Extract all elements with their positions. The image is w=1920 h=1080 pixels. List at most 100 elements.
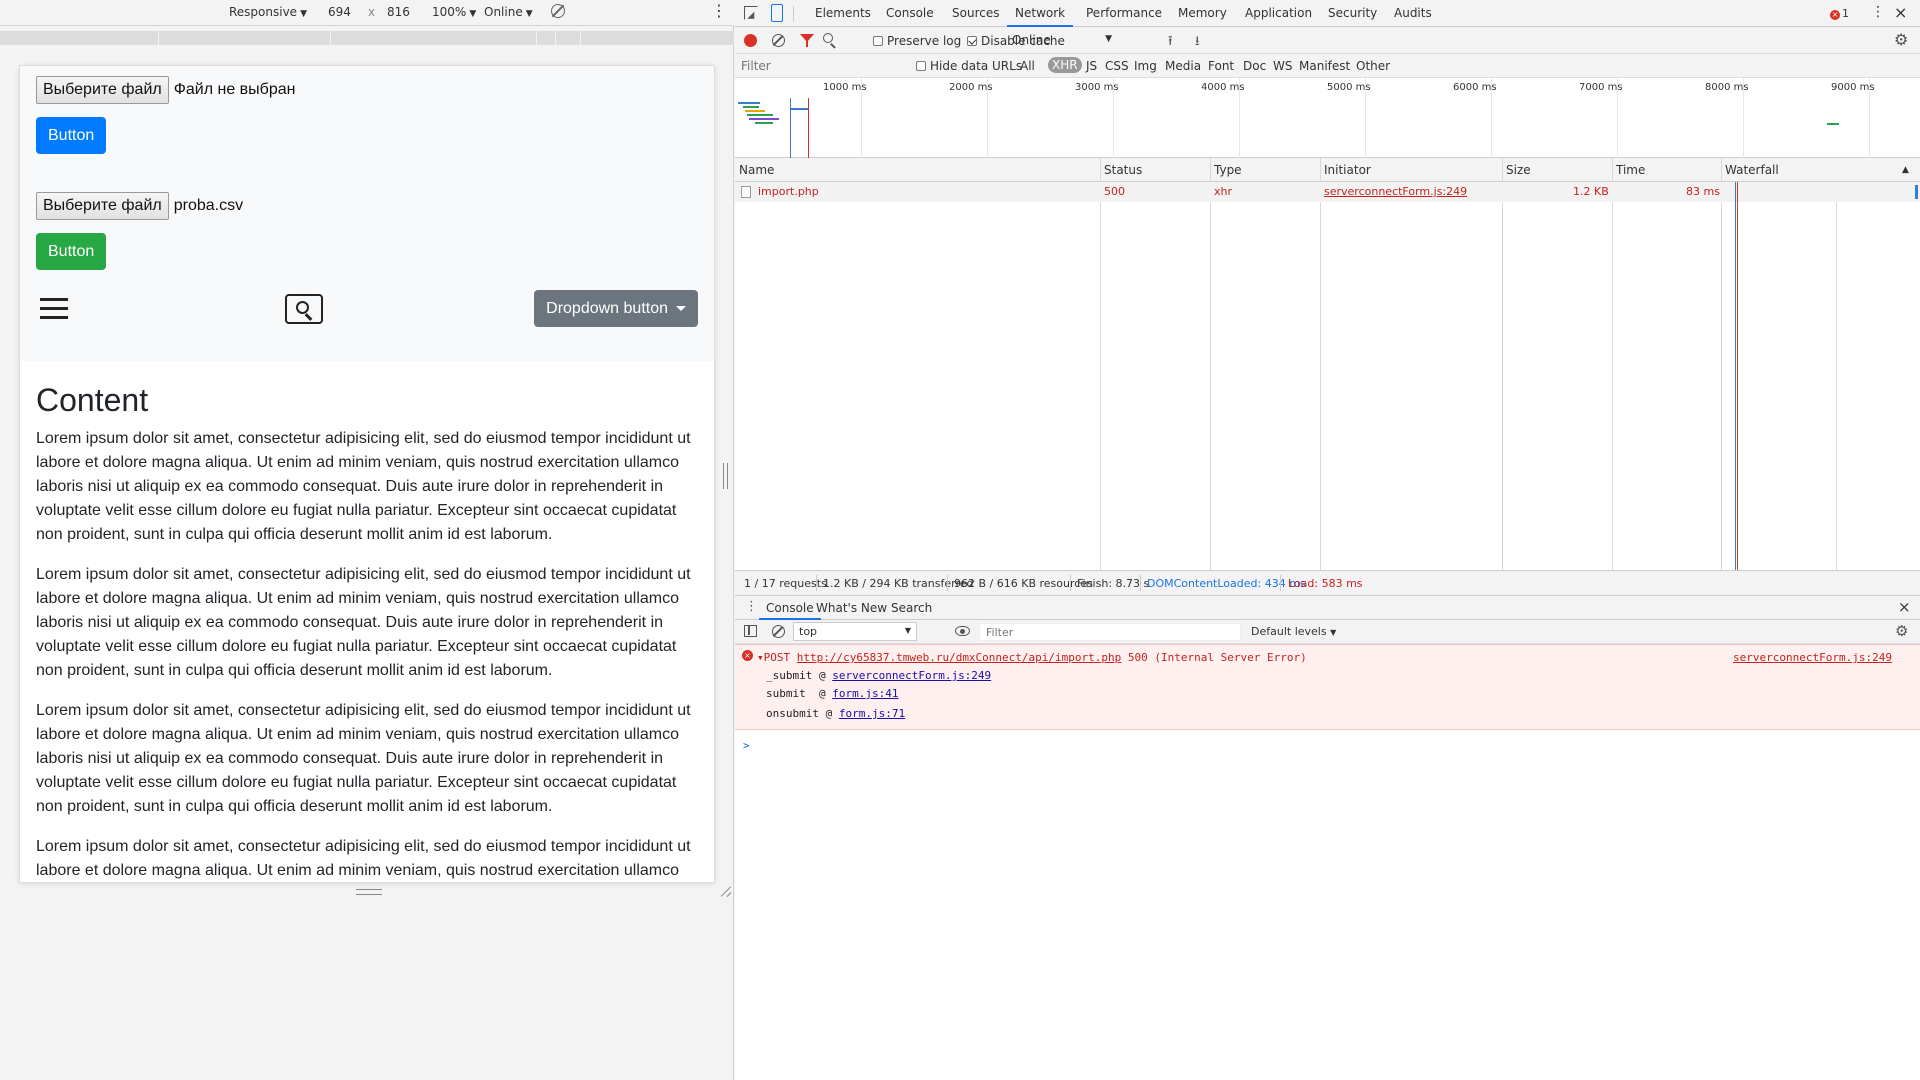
viewport-height-input[interactable]: 816 <box>387 5 410 19</box>
search-button[interactable] <box>285 294 323 324</box>
viewport-width-input[interactable]: 694 <box>328 5 351 19</box>
filter-icon[interactable] <box>800 34 814 47</box>
resize-handle-bottom[interactable] <box>356 889 382 895</box>
console-error-message[interactable]: × ▾POST http://cy65837.tmweb.ru/dmxConne… <box>735 644 1920 730</box>
resize-handle-right[interactable] <box>723 463 728 489</box>
filter-font[interactable]: Font <box>1208 59 1234 73</box>
file-input-1[interactable]: Выберите файл Файл не выбран <box>36 76 698 104</box>
zoom-select[interactable]: 100% ▼ <box>432 5 476 19</box>
customize-menu-icon[interactable]: ⋮ <box>1871 4 1885 20</box>
media-query-ruler[interactable] <box>0 31 734 45</box>
drawer-tab-console[interactable]: Console <box>759 596 821 620</box>
column-name[interactable]: Name <box>739 163 774 177</box>
throttle-select[interactable]: Online ▼ <box>1012 33 1112 47</box>
initiator-link[interactable]: serverconnectForm.js:249 <box>1324 185 1467 198</box>
hamburger-menu-icon[interactable] <box>40 298 68 320</box>
column-initiator[interactable]: Initiator <box>1324 163 1371 177</box>
inspect-element-icon[interactable] <box>744 6 758 20</box>
column-size[interactable]: Size <box>1506 163 1531 177</box>
column-status[interactable]: Status <box>1104 163 1142 177</box>
choose-file-button-1[interactable]: Выберите файл <box>36 76 169 104</box>
filter-media[interactable]: Media <box>1165 59 1201 73</box>
tab-sources[interactable]: Sources <box>952 0 999 27</box>
overview-tick: 9000 ms <box>1831 82 1875 93</box>
preserve-log-checkbox[interactable]: Preserve log <box>873 34 961 48</box>
choose-file-button-2[interactable]: Выберите файл <box>36 192 169 220</box>
console-settings-icon[interactable]: ⚙ <box>1895 622 1908 640</box>
clear-icon[interactable] <box>772 34 785 47</box>
file-input-2[interactable]: Выберите файл proba.csv <box>36 192 698 220</box>
record-icon[interactable] <box>744 34 757 47</box>
filter-all[interactable]: All <box>1020 59 1035 73</box>
request-size: 1.2 KB <box>1573 185 1609 198</box>
filter-css[interactable]: CSS <box>1105 59 1129 73</box>
more-options-icon[interactable]: ⋮ <box>711 3 727 19</box>
tab-console[interactable]: Console <box>886 0 934 27</box>
tab-audits[interactable]: Audits <box>1394 0 1432 27</box>
close-drawer-icon[interactable]: × <box>1898 598 1911 616</box>
overview-tick: 5000 ms <box>1327 82 1371 93</box>
tab-memory[interactable]: Memory <box>1178 0 1227 27</box>
filter-doc[interactable]: Doc <box>1243 59 1266 73</box>
stack-link[interactable]: form.js:41 <box>832 687 898 700</box>
clear-console-icon[interactable] <box>772 625 785 638</box>
tab-performance[interactable]: Performance <box>1086 0 1162 27</box>
file-name-2: proba.csv <box>173 197 244 214</box>
network-filter-input[interactable] <box>741 57 917 75</box>
drawer-menu-icon[interactable]: ⋮ <box>745 599 758 614</box>
import-har-icon[interactable]: ⭱ <box>1168 32 1173 54</box>
live-expression-eye-icon[interactable] <box>955 626 970 636</box>
filter-other[interactable]: Other <box>1356 59 1390 73</box>
stack-link[interactable]: serverconnectForm.js:249 <box>832 669 991 682</box>
column-type[interactable]: Type <box>1214 163 1242 177</box>
context-select[interactable]: top ▼ <box>793 622 917 641</box>
close-devtools-icon[interactable]: × <box>1894 3 1907 22</box>
hide-data-urls-checkbox[interactable]: Hide data URLs <box>916 59 1022 73</box>
drawer-tab-whats-new[interactable]: What's New <box>816 596 887 620</box>
dropdown-button[interactable]: Dropdown button <box>534 290 698 327</box>
console-prompt[interactable]: > <box>743 739 750 752</box>
network-overview[interactable]: 1000 ms 2000 ms 3000 ms 4000 ms 5000 ms … <box>735 78 1920 158</box>
requests-table-header: Name Status Type Initiator Size Time Wat… <box>735 158 1920 182</box>
page-header-area: Выберите файл Файл не выбран Button Выбе… <box>20 66 714 361</box>
sidebar-toggle-icon[interactable] <box>744 625 757 637</box>
request-name[interactable]: import.php <box>758 185 819 198</box>
resize-handle-corner[interactable] <box>720 885 732 897</box>
page-navbar: Dropdown button <box>36 280 698 340</box>
success-button[interactable]: Button <box>36 233 107 270</box>
rotate-icon[interactable] <box>551 4 565 18</box>
column-time[interactable]: Time <box>1616 163 1645 177</box>
tab-network[interactable]: Network <box>1007 0 1074 27</box>
drawer-tab-search[interactable]: Search <box>891 596 932 620</box>
stack-link[interactable]: form.js:71 <box>839 707 905 720</box>
export-har-icon[interactable]: ⭳ <box>1195 32 1200 54</box>
column-waterfall[interactable]: Waterfall <box>1725 163 1779 177</box>
network-throttle-select[interactable]: Online ▼ <box>484 5 533 19</box>
filter-ws[interactable]: WS <box>1273 59 1292 73</box>
device-toolbar-icon[interactable] <box>771 4 783 22</box>
dimension-separator: x <box>368 5 376 19</box>
filter-manifest[interactable]: Manifest <box>1299 59 1350 73</box>
sort-up-icon[interactable]: ▲ <box>1902 165 1909 175</box>
primary-button[interactable]: Button <box>36 117 107 154</box>
log-levels-select[interactable]: Default levels ▼ <box>1251 625 1336 638</box>
filter-img[interactable]: Img <box>1134 59 1157 73</box>
error-count-badge[interactable]: × 1 <box>1830 7 1849 20</box>
network-toolbar: Preserve log Disable cache Online ▼ ⭱ ⭳ ⚙ <box>735 27 1920 54</box>
console-toolbar: top▼ Default levels ▼ ⚙ <box>735 620 1920 644</box>
console-filter-input[interactable] <box>979 623 1241 641</box>
tab-application[interactable]: Application <box>1245 0 1312 27</box>
error-source-link[interactable]: serverconnectForm.js:249 <box>1733 651 1892 664</box>
settings-icon[interactable]: ⚙ <box>1894 30 1908 49</box>
file-name-1: Файл не выбран <box>173 81 296 98</box>
filter-js[interactable]: JS <box>1086 59 1097 73</box>
error-url-link[interactable]: http://cy65837.tmweb.ru/dmxConnect/api/i… <box>797 651 1122 664</box>
table-row[interactable]: import.php 500 xhr serverconnectForm.js:… <box>735 182 1920 202</box>
tab-elements[interactable]: Elements <box>815 0 871 27</box>
search-icon[interactable] <box>823 33 833 43</box>
device-mode-select[interactable]: Responsive ▼ <box>229 5 307 19</box>
filter-xhr[interactable]: XHR <box>1048 57 1082 73</box>
overview-tick: 3000 ms <box>1075 82 1119 93</box>
overview-tick: 6000 ms <box>1453 82 1497 93</box>
tab-security[interactable]: Security <box>1328 0 1377 27</box>
